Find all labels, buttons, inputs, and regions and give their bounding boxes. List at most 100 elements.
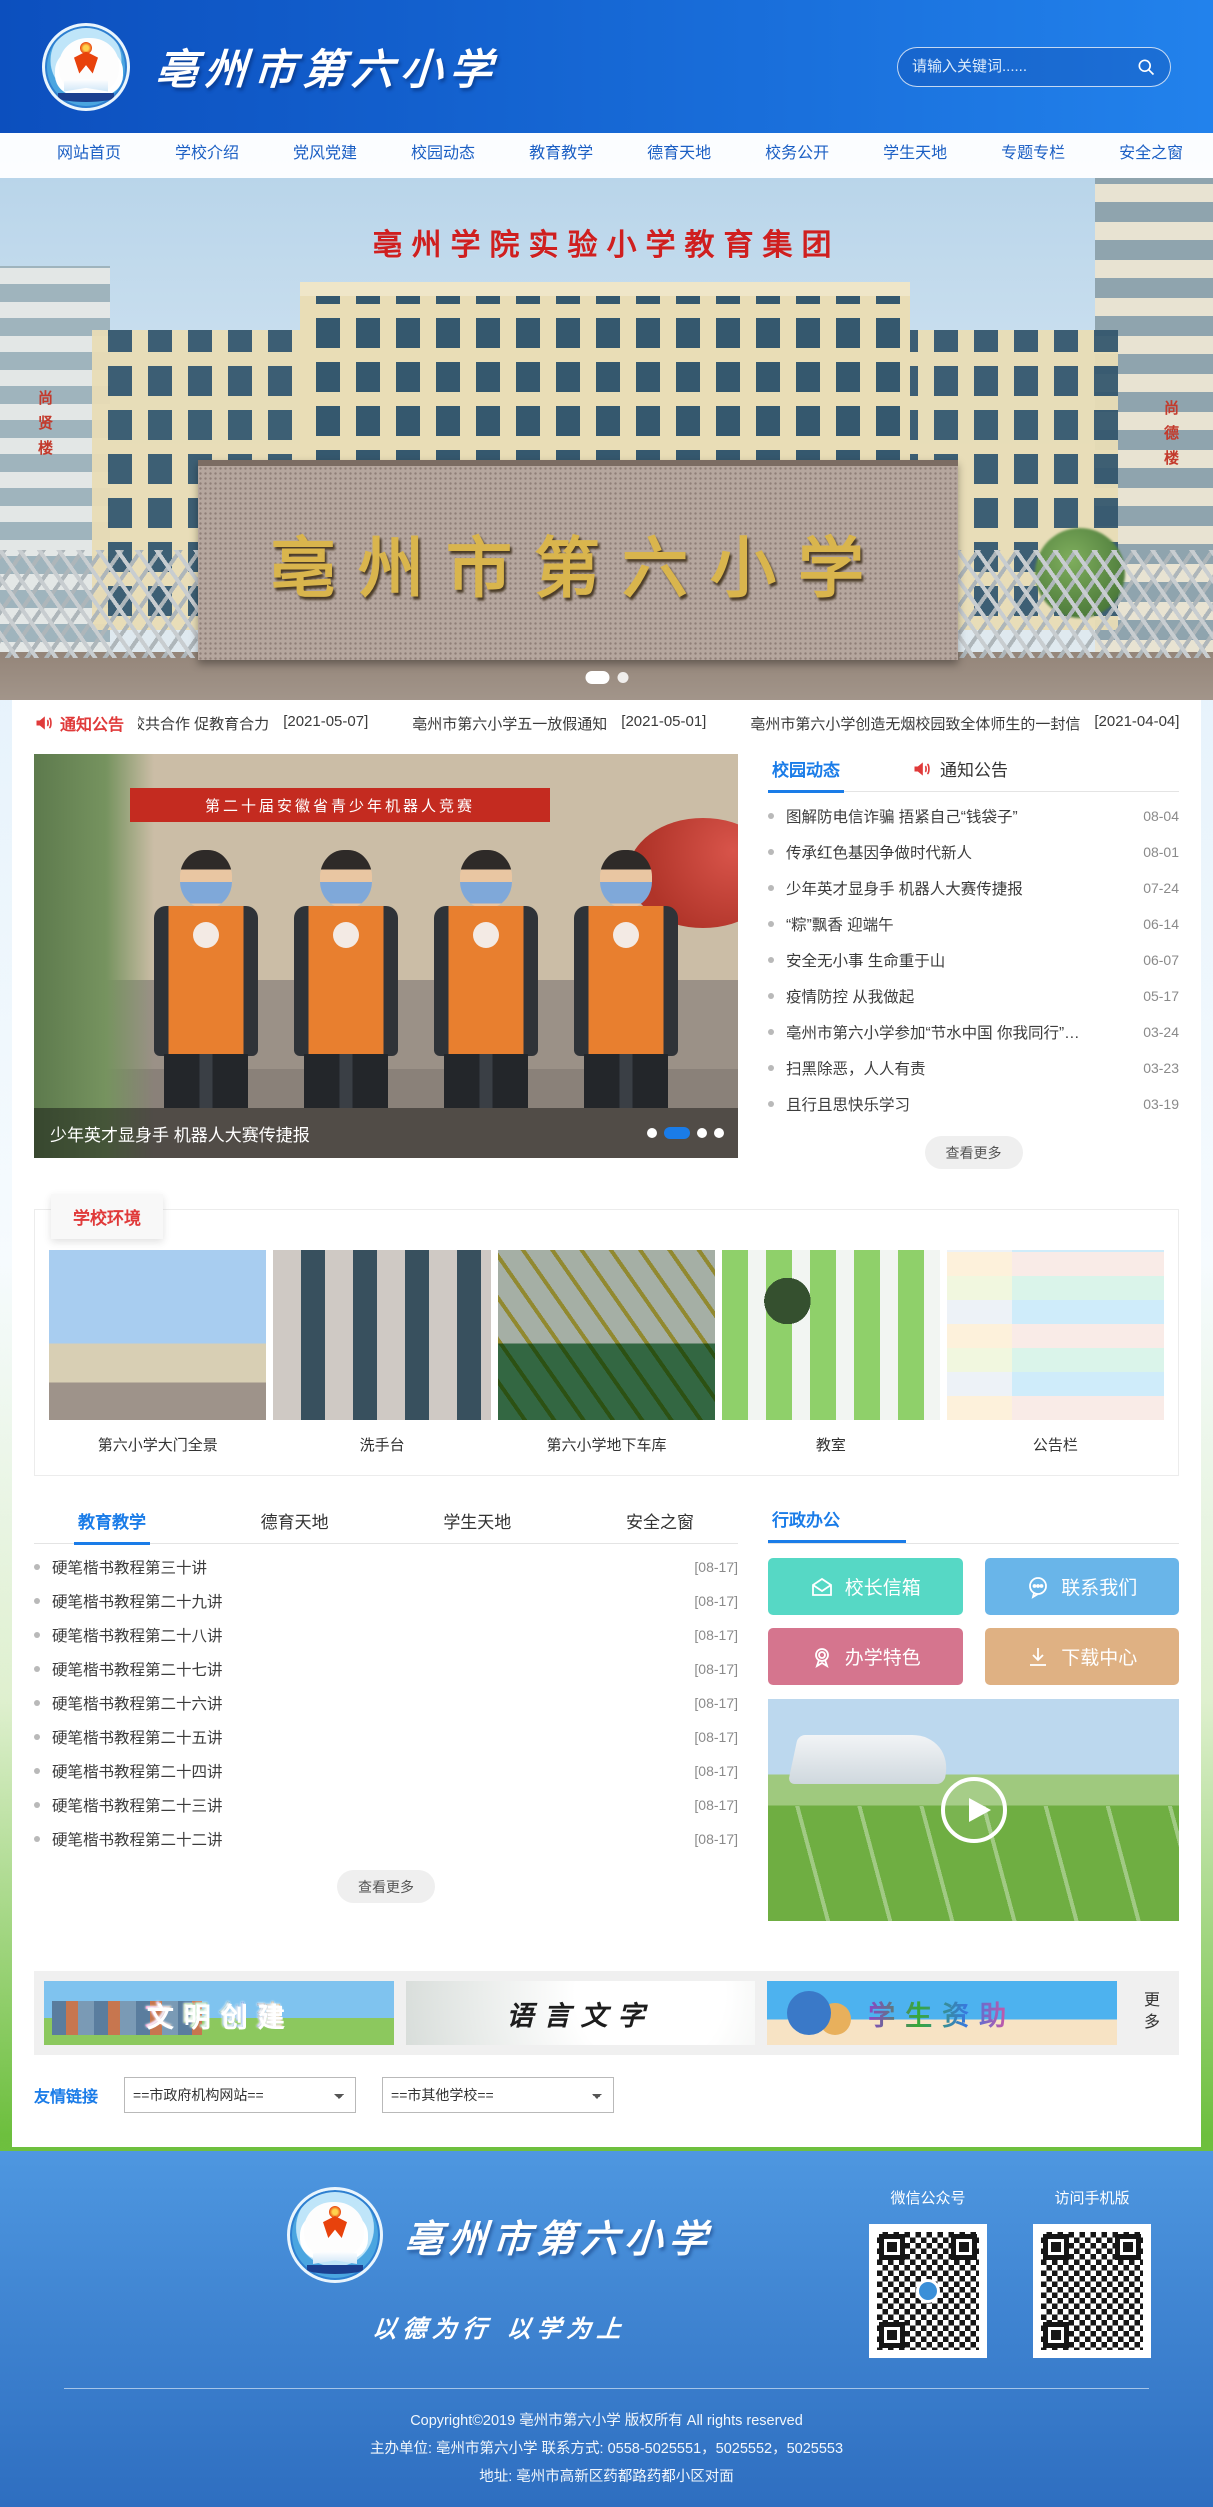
photo-carousel[interactable]: 第二十届安徽省青少年机器人竞赛 少年英才显身手 机器人大赛传捷报 [34,754,738,1158]
article-title[interactable]: 硬笔楷书教程第二十四讲 [52,1760,678,1782]
nav-item[interactable]: 德育天地 [620,133,738,178]
article-row[interactable]: 硬笔楷书教程第二十九讲 [08-17] [34,1584,738,1618]
news-title[interactable]: 疫情防控 从我做起 [786,985,1127,1007]
environment-photo-board[interactable]: 公告栏 [947,1250,1164,1455]
news-title[interactable]: 且行且思快乐学习 [786,1093,1127,1115]
nav-item[interactable]: 校务公开 [738,133,856,178]
article-row[interactable]: 硬笔楷书教程第二十五讲 [08-17] [34,1720,738,1754]
contact-us-button[interactable]: 联系我们 [985,1558,1180,1615]
notice-item[interactable]: 校共合作 促教育合力 [2021-05-07] [138,713,368,734]
nav-item[interactable]: 学生天地 [856,133,974,178]
news-row[interactable]: “粽”飘香 迎端午 06-14 [768,906,1179,942]
environment-photo-gate[interactable]: 第六小学大门全景 [49,1250,266,1455]
article-row[interactable]: 硬笔楷书教程第二十八讲 [08-17] [34,1618,738,1652]
nav-item[interactable]: 校园动态 [384,133,502,178]
banner-student-aid[interactable]: 学生资助 [767,1981,1117,2045]
news-row[interactable]: 图解防电信诈骗 捂紧自己“钱袋子” 08-04 [768,798,1179,834]
news-title[interactable]: “粽”飘香 迎端午 [786,913,1127,935]
carousel-dot[interactable] [714,1128,724,1138]
search-box[interactable] [897,47,1171,87]
banner-title[interactable]: 学生资助 [868,1994,1016,2033]
tab-campus-news[interactable]: 校园动态 [768,756,844,793]
school-features-button[interactable]: 办学特色 [768,1628,963,1685]
article-row[interactable]: 硬笔楷书教程第三十讲 [08-17] [34,1550,738,1584]
notice-item-text[interactable]: 校共合作 促教育合力 [138,713,269,734]
news-row[interactable]: 亳州市第六小学参加“节水中国 你我同行”… 03-24 [768,1014,1179,1050]
tab-label[interactable]: 校园动态 [772,756,840,781]
carousel-dot-active[interactable] [664,1127,690,1139]
carousel-dot[interactable] [647,1128,657,1138]
school-video[interactable] [768,1699,1179,1921]
notice-item-text[interactable]: 亳州市第六小学五一放假通知 [412,713,607,734]
news-title[interactable]: 传承红色基因争做时代新人 [786,841,1127,863]
search-input[interactable] [912,58,1136,75]
notice-item[interactable]: 亳州市第六小学五一放假通知 [2021-05-01] [368,713,706,734]
banners-more-link[interactable]: 更多 [1137,1991,1161,2035]
nav-item[interactable]: 学校介绍 [148,133,266,178]
nav-item[interactable]: 网站首页 [30,133,148,178]
nav-item[interactable]: 专题专栏 [974,133,1092,178]
banner-title[interactable]: 文明创建 [145,1994,293,2033]
search-icon[interactable] [1136,57,1156,77]
hero-carousel[interactable]: 亳州学院实验小学教育集团 尚贤楼 尚德楼 亳州市第六小学 [0,178,1213,700]
nav-item[interactable]: 党风党建 [266,133,384,178]
news-title[interactable]: 亳州市第六小学参加“节水中国 你我同行”… [786,1021,1127,1043]
admin-title: 行政办公 [768,1506,906,1543]
news-title[interactable]: 图解防电信诈骗 捂紧自己“钱袋子” [786,805,1127,827]
hero-dot-active[interactable] [585,671,609,684]
tab-student-world[interactable]: 学生天地 [439,1508,515,1543]
news-row[interactable]: 传承红色基因争做时代新人 08-01 [768,834,1179,870]
download-center-button[interactable]: 下载中心 [985,1628,1180,1685]
news-row[interactable]: 且行且思快乐学习 03-19 [768,1086,1179,1122]
news-row[interactable]: 疫情防控 从我做起 05-17 [768,978,1179,1014]
banner-civilization[interactable]: 文明创建 [44,1981,394,2045]
principal-mailbox-button[interactable]: 校长信箱 [768,1558,963,1615]
article-row[interactable]: 硬笔楷书教程第二十三讲 [08-17] [34,1788,738,1822]
article-title[interactable]: 硬笔楷书教程第二十八讲 [52,1624,678,1646]
article-title[interactable]: 硬笔楷书教程第二十五讲 [52,1726,678,1748]
article-title[interactable]: 硬笔楷书教程第二十二讲 [52,1828,678,1850]
banner-title[interactable]: 语言文字 [507,1994,655,2033]
nav-item[interactable]: 安全之窗 [1092,133,1210,178]
article-row[interactable]: 硬笔楷书教程第二十六讲 [08-17] [34,1686,738,1720]
tab-notices[interactable]: 通知公告 [908,756,1012,791]
banner-language[interactable]: 语言文字 [406,1981,756,2045]
photo-thumbnail[interactable] [49,1250,266,1420]
play-icon[interactable] [941,1777,1007,1843]
notice-item[interactable]: 亳州市第六小学创造无烟校园致全体师生的一封信 [2021-04-04] [706,713,1179,734]
news-row[interactable]: 扫黑除恶，人人有责 03-23 [768,1050,1179,1086]
article-title[interactable]: 硬笔楷书教程第二十七讲 [52,1658,678,1680]
tab-safety-window[interactable]: 安全之窗 [622,1508,698,1543]
article-title[interactable]: 硬笔楷书教程第二十九讲 [52,1590,678,1612]
news-title[interactable]: 扫黑除恶，人人有责 [786,1057,1127,1079]
article-row[interactable]: 硬笔楷书教程第二十七讲 [08-17] [34,1652,738,1686]
carousel-dot[interactable] [697,1128,707,1138]
article-row[interactable]: 硬笔楷书教程第二十四讲 [08-17] [34,1754,738,1788]
environment-photo-classroom[interactable]: 教室 [722,1250,939,1455]
news-title[interactable]: 安全无小事 生命重于山 [786,949,1127,971]
tab-label[interactable]: 通知公告 [940,756,1008,781]
tab-moral-education[interactable]: 德育天地 [257,1508,333,1543]
gov-sites-select[interactable]: ==市政府机构网站== [124,2077,356,2113]
tab-teaching[interactable]: 教育教学 [74,1508,150,1545]
article-title[interactable]: 硬笔楷书教程第二十三讲 [52,1794,678,1816]
photo-thumbnail[interactable] [273,1250,490,1420]
news-title[interactable]: 少年英才显身手 机器人大赛传捷报 [786,877,1127,899]
nav-item[interactable]: 教育教学 [502,133,620,178]
notice-item-text[interactable]: 亳州市第六小学创造无烟校园致全体师生的一封信 [750,713,1080,734]
news-more-button[interactable]: 查看更多 [925,1136,1023,1169]
news-row[interactable]: 安全无小事 生命重于山 06-07 [768,942,1179,978]
other-schools-select[interactable]: ==市其他学校== [382,2077,614,2113]
hero-dot[interactable] [617,672,628,683]
articles-more-button[interactable]: 查看更多 [337,1870,435,1903]
article-title[interactable]: 硬笔楷书教程第三十讲 [52,1556,678,1578]
photo-thumbnail[interactable] [498,1250,715,1420]
photo-thumbnail[interactable] [722,1250,939,1420]
environment-photo-garage[interactable]: 第六小学地下车库 [498,1250,715,1455]
carousel-caption[interactable]: 少年英才显身手 机器人大赛传捷报 [34,1108,738,1158]
photo-thumbnail[interactable] [947,1250,1164,1420]
article-title[interactable]: 硬笔楷书教程第二十六讲 [52,1692,678,1714]
environment-photo-washstand[interactable]: 洗手台 [273,1250,490,1455]
news-row[interactable]: 少年英才显身手 机器人大赛传捷报 07-24 [768,870,1179,906]
article-row[interactable]: 硬笔楷书教程第二十二讲 [08-17] [34,1822,738,1856]
